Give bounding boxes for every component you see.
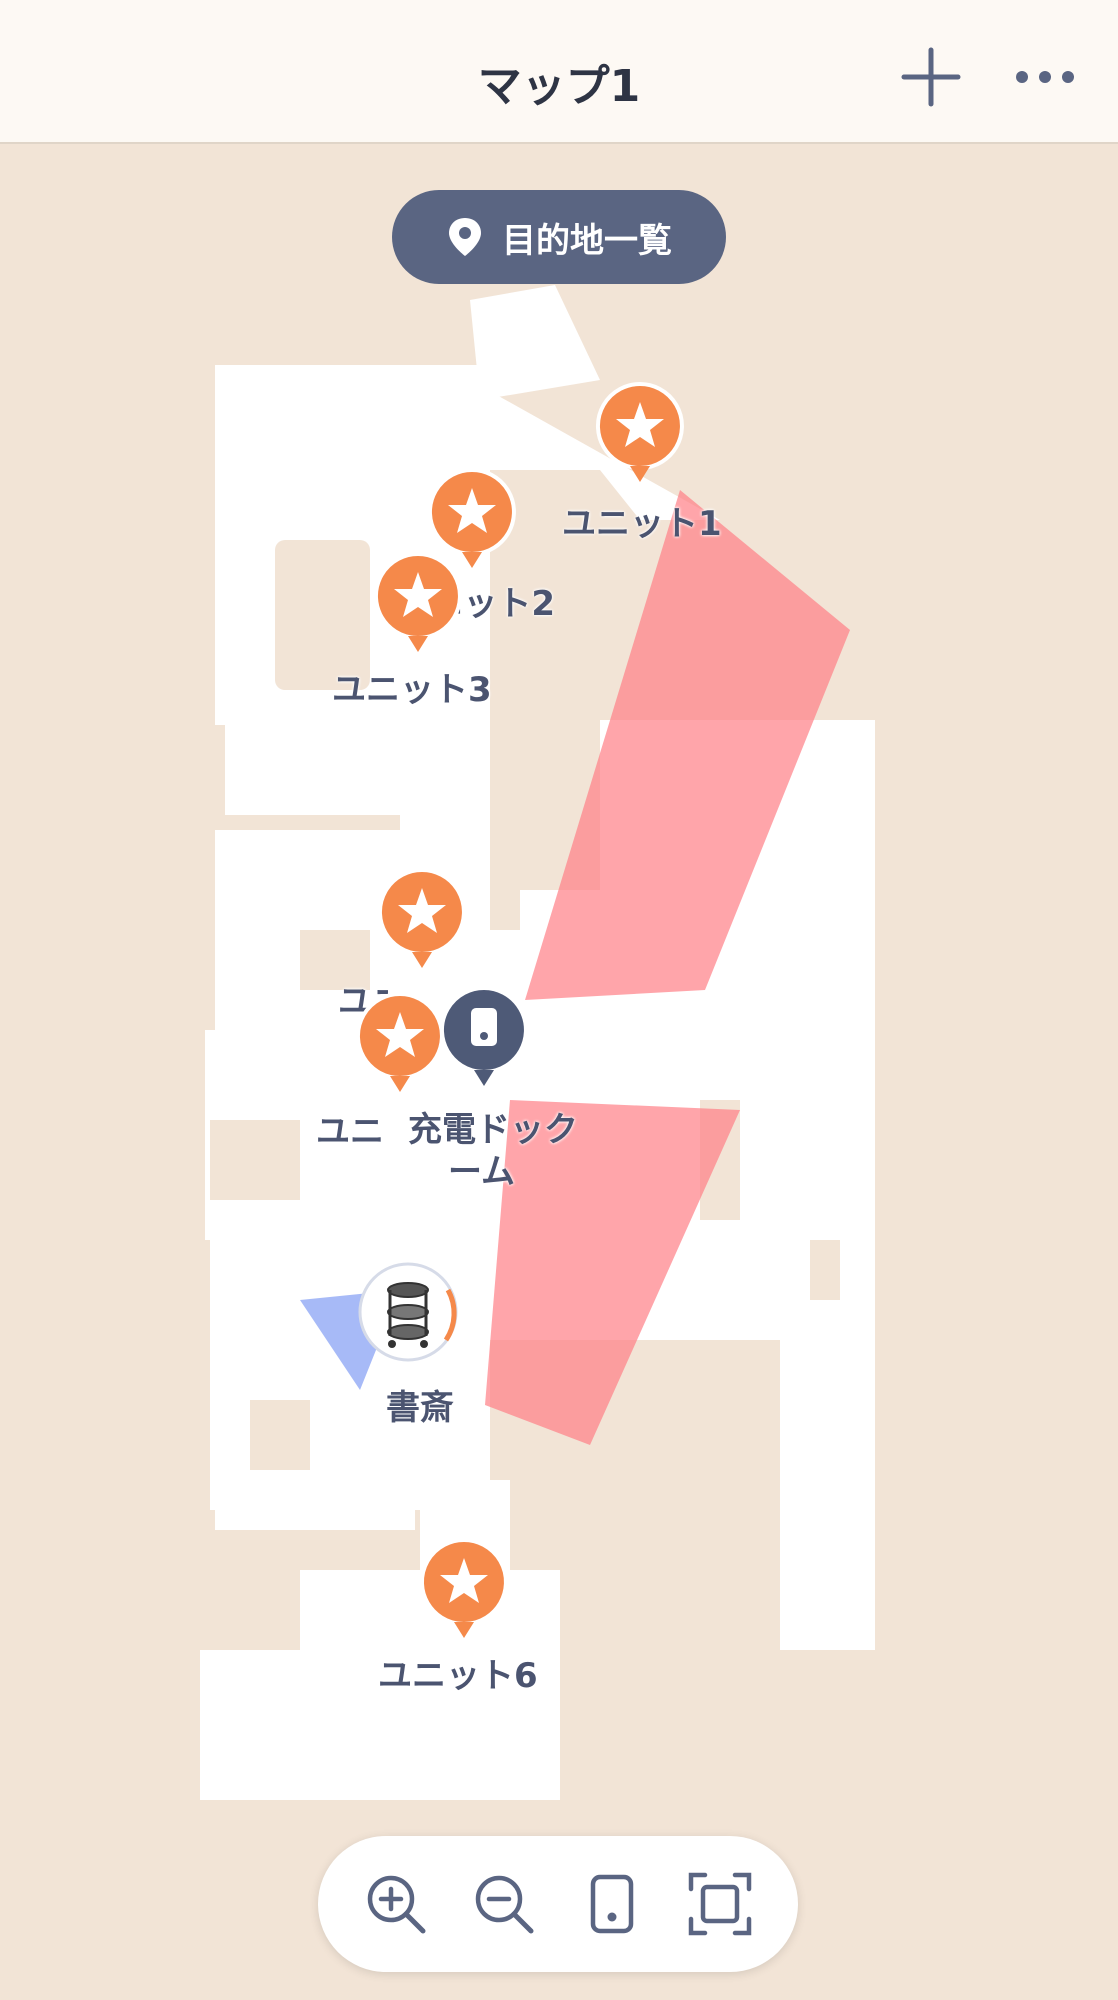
star-icon (595, 382, 684, 482)
star-icon (419, 1538, 508, 1638)
more-horizontal-icon (1016, 71, 1074, 83)
unit-5-label: ユニ (316, 1112, 384, 1152)
destination-list-button[interactable]: 目的地一覧 (392, 190, 726, 284)
unit-3-marker[interactable] (372, 550, 464, 660)
zoom-out-button[interactable] (469, 1869, 539, 1939)
unit-6-marker[interactable] (418, 1536, 510, 1646)
robot-device-icon (590, 1874, 634, 1934)
star-icon (355, 992, 444, 1092)
charging-dock-marker[interactable] (438, 984, 530, 1094)
star-icon (373, 552, 462, 652)
robot-location-label: 書斎 (386, 1388, 454, 1428)
destination-list-label: 目的地一覧 (502, 220, 672, 261)
more-menu-button[interactable] (1010, 42, 1080, 112)
unit-5-marker[interactable] (354, 990, 446, 1100)
location-pin-icon (449, 218, 481, 256)
floor-plan (200, 285, 875, 1800)
map-toolbar (318, 1836, 798, 1972)
zoom-in-icon (367, 1875, 426, 1934)
unit-6-label: ユニット6 (378, 1656, 538, 1696)
unit-4-marker[interactable] (376, 866, 468, 976)
charging-dock-label-line2: ーム (448, 1152, 515, 1192)
star-icon (377, 868, 466, 968)
top-bar: マップ1 (0, 0, 1118, 144)
fit-screen-button[interactable] (685, 1869, 755, 1939)
zoom-out-icon (475, 1875, 534, 1934)
plus-icon (901, 47, 961, 107)
unit-1-label: ユニット1 (562, 504, 722, 544)
map-canvas[interactable]: 目的地一覧 ユニット1 ユニット2 ユニット3 ユ ユニ 充電ドック ーム 書斎… (0, 144, 1118, 2000)
add-button[interactable] (896, 42, 966, 112)
unit-3-label: ユニット3 (332, 670, 492, 710)
robot-cart-icon (358, 1262, 458, 1362)
unit-1-marker[interactable] (594, 380, 686, 490)
charging-dock-icon (439, 986, 528, 1086)
fit-screen-icon (688, 1872, 752, 1936)
floor-free-space (200, 285, 875, 1800)
locate-robot-button[interactable] (577, 1869, 647, 1939)
zoom-in-button[interactable] (361, 1869, 431, 1939)
robot-marker[interactable] (356, 1260, 460, 1364)
